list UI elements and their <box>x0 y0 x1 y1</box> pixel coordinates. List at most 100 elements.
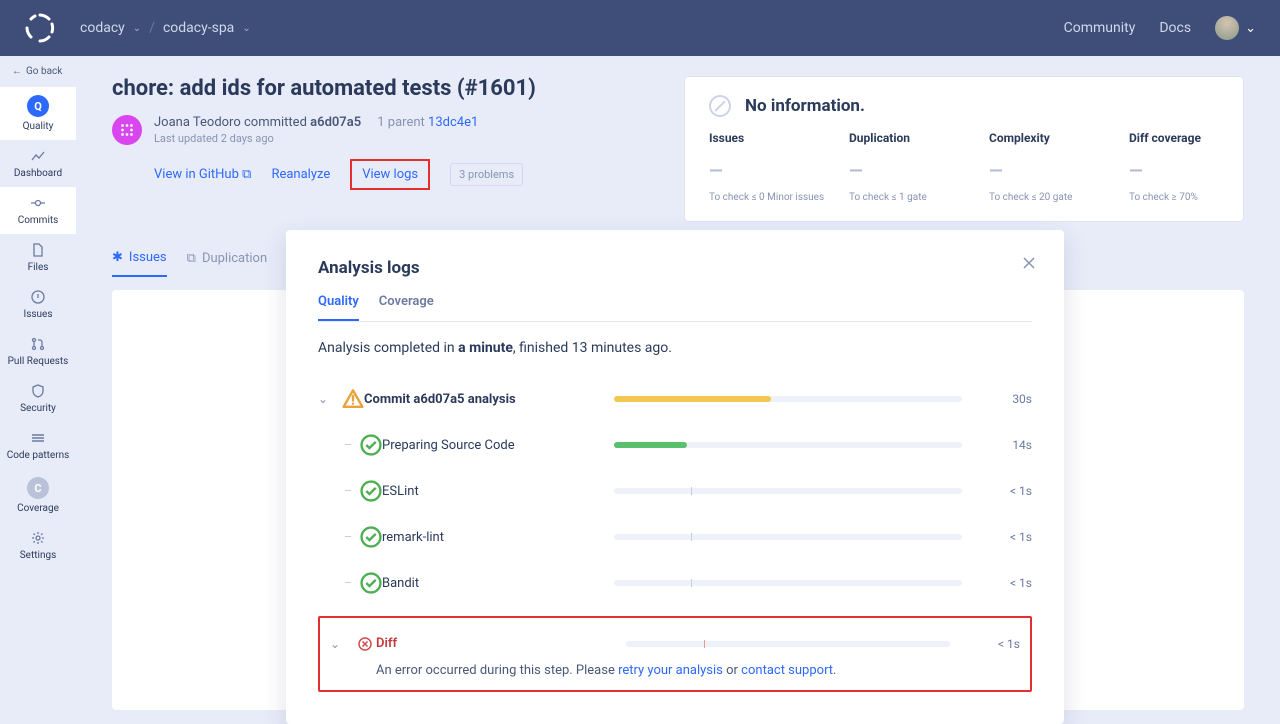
reanalyze-link[interactable]: Reanalyze <box>271 167 330 182</box>
log-bar <box>614 488 962 494</box>
dash-icon: – <box>336 530 360 545</box>
go-back-link[interactable]: ←Go back <box>0 56 76 87</box>
sidebar-item-code-patterns[interactable]: Code patterns <box>0 422 76 469</box>
log-label: remark-lint <box>382 530 594 545</box>
duplication-icon: ⧉ <box>187 251 196 266</box>
sidebar-item-coverage[interactable]: C Coverage <box>0 469 76 522</box>
info-card: No information. Issues — To check ≤ 0 Mi… <box>684 76 1244 222</box>
log-time: 14s <box>982 438 1032 452</box>
modal-tab-coverage[interactable]: Coverage <box>379 294 434 321</box>
dash-icon: – <box>336 576 360 591</box>
sidebar-item-dashboard[interactable]: Dashboard <box>0 140 76 187</box>
sidebar-item-commits[interactable]: Commits <box>0 187 76 234</box>
metric-issues: Issues — To check ≤ 0 Minor issues <box>709 131 809 203</box>
chevron-down-icon[interactable]: ⌄ <box>242 23 250 34</box>
log-label: Bandit <box>382 576 594 591</box>
log-bar <box>614 534 962 540</box>
avatar <box>1215 16 1239 40</box>
warning-icon <box>342 388 364 410</box>
error-icon <box>354 637 376 651</box>
dashboard-icon <box>30 148 46 164</box>
codacy-logo[interactable] <box>24 12 56 44</box>
community-link[interactable]: Community <box>1064 20 1136 36</box>
sidebar-item-quality[interactable]: Q Quality <box>0 87 76 140</box>
log-bar <box>614 396 962 402</box>
error-block: ⌄ Diff < 1s An error occurred during thi… <box>318 616 1032 692</box>
breadcrumb-org[interactable]: codacy <box>80 20 125 36</box>
gear-icon <box>30 530 46 546</box>
log-time: < 1s <box>970 637 1020 651</box>
dash-icon: – <box>336 484 360 499</box>
external-link-icon: ⧉ <box>242 167 251 182</box>
retry-analysis-link[interactable]: retry your analysis <box>618 663 723 678</box>
parent-commit-link[interactable]: 13dc4e1 <box>428 115 478 130</box>
breadcrumb-project[interactable]: codacy-spa <box>163 20 234 36</box>
log-row-commit: ⌄ Commit a6d07a5 analysis 30s <box>318 376 1032 422</box>
log-row-prep: – Preparing Source Code 14s <box>318 422 1032 468</box>
commits-icon <box>30 195 46 211</box>
files-icon <box>30 242 46 258</box>
sidebar-item-security[interactable]: Security <box>0 375 76 422</box>
chevron-down-icon[interactable]: ⌄ <box>133 23 141 34</box>
contact-support-link[interactable]: contact support <box>741 663 833 678</box>
log-row-eslint: – ESLint < 1s <box>318 468 1032 514</box>
issues-icon <box>30 289 46 305</box>
log-label: Preparing Source Code <box>382 438 594 453</box>
author-avatar <box>112 115 142 145</box>
page-title: chore: add ids for automated tests (#160… <box>112 76 660 101</box>
success-icon <box>360 572 382 594</box>
sidebar-item-files[interactable]: Files <box>0 234 76 281</box>
log-time: 30s <box>982 392 1032 406</box>
topbar: codacy ⌄ / codacy-spa ⌄ Community Docs ⌄ <box>0 0 1280 56</box>
last-updated: Last updated 2 days ago <box>154 132 478 145</box>
quality-badge-icon: Q <box>27 95 49 117</box>
sidebar-item-issues[interactable]: Issues <box>0 281 76 328</box>
metric-duplication: Duplication — To check ≤ 1 gate <box>849 131 949 203</box>
log-bar <box>614 442 962 448</box>
modal-tab-quality[interactable]: Quality <box>318 294 359 321</box>
sidebar: ←Go back Q Quality Dashboard Commits Fil… <box>0 56 76 713</box>
commit-meta-line: Joana Teodoro committed a6d07a5 1 parent… <box>154 115 478 130</box>
log-label: Commit a6d07a5 analysis <box>364 392 594 407</box>
chevron-down-icon[interactable]: ⌄ <box>330 637 354 651</box>
log-label: ESLint <box>382 484 594 499</box>
success-icon <box>360 434 382 456</box>
docs-link[interactable]: Docs <box>1159 20 1191 36</box>
info-title: No information. <box>745 96 865 116</box>
success-icon <box>360 526 382 548</box>
pr-icon <box>30 336 46 352</box>
modal-title: Analysis logs <box>318 258 1032 278</box>
analysis-logs-modal: Analysis logs Quality Coverage Analysis … <box>286 230 1064 724</box>
success-icon <box>360 480 382 502</box>
patterns-icon <box>30 430 46 446</box>
tab-issues[interactable]: ✱ Issues <box>112 250 167 277</box>
sidebar-item-settings[interactable]: Settings <box>0 522 76 569</box>
problems-badge: 3 problems <box>450 163 523 186</box>
blocked-icon <box>709 95 731 117</box>
user-menu[interactable]: ⌄ <box>1215 16 1256 40</box>
log-time: < 1s <box>982 576 1032 590</box>
coverage-badge-icon: C <box>27 477 49 499</box>
dash-icon: – <box>336 438 360 453</box>
log-time: < 1s <box>982 530 1032 544</box>
log-row-remark: – remark-lint < 1s <box>318 514 1032 560</box>
close-icon[interactable] <box>1022 256 1036 274</box>
shield-icon <box>30 383 46 399</box>
log-row-bandit: – Bandit < 1s <box>318 560 1032 606</box>
view-logs-link[interactable]: View logs <box>362 167 418 182</box>
view-github-link[interactable]: View in GitHub ⧉ <box>154 167 251 182</box>
log-bar <box>626 641 950 647</box>
error-message: An error occurred during this step. Plea… <box>330 663 1020 684</box>
analysis-summary: Analysis completed in a minute, finished… <box>318 340 1032 356</box>
breadcrumb: codacy ⌄ / codacy-spa ⌄ <box>80 20 251 36</box>
chevron-down-icon[interactable]: ⌄ <box>318 392 342 406</box>
metric-complexity: Complexity — To check ≤ 20 gate <box>989 131 1089 203</box>
chevron-down-icon: ⌄ <box>1245 21 1256 36</box>
log-label-diff: Diff <box>376 636 606 651</box>
log-time: < 1s <box>982 484 1032 498</box>
log-bar <box>614 580 962 586</box>
tab-duplication[interactable]: ⧉ Duplication <box>187 250 268 277</box>
bug-icon: ✱ <box>112 250 123 265</box>
metric-diff-coverage: Diff coverage — To check ≥ 70% <box>1129 131 1229 203</box>
sidebar-item-pull-requests[interactable]: Pull Requests <box>0 328 76 375</box>
